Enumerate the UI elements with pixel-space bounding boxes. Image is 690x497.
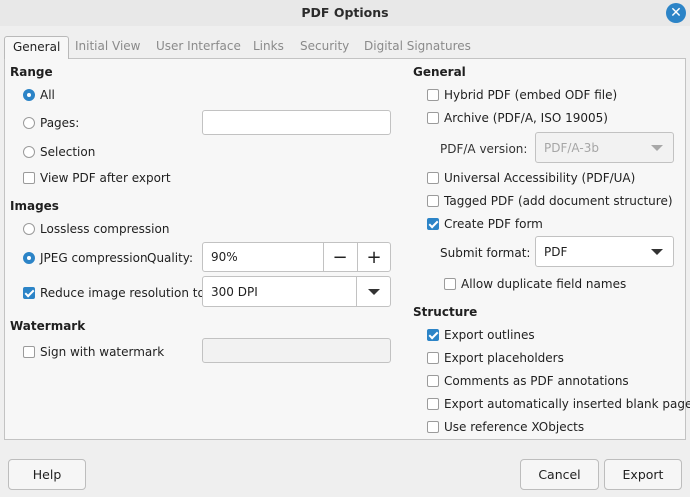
create-form-checkbox[interactable]: Create PDF form bbox=[427, 217, 543, 231]
export-outlines-checkbox[interactable]: Export outlines bbox=[427, 328, 535, 342]
resolution-combobox[interactable]: 300 DPI bbox=[202, 276, 391, 307]
comments-annotations-checkbox[interactable]: Comments as PDF annotations bbox=[427, 374, 629, 388]
cancel-button[interactable]: Cancel bbox=[520, 459, 599, 490]
resolution-value: 300 DPI bbox=[211, 284, 258, 299]
export-placeholders-label: Export placeholders bbox=[444, 351, 564, 365]
tab-links[interactable]: Links bbox=[253, 36, 284, 59]
checkbox-export-placeholders[interactable] bbox=[427, 352, 439, 364]
submit-format-label: Submit format: bbox=[440, 246, 531, 260]
blank-pages-checkbox[interactable]: Export automatically inserted blank page… bbox=[427, 397, 690, 411]
range-all-label: All bbox=[40, 88, 55, 102]
window-title: PDF Options bbox=[301, 5, 389, 20]
watermark-title: Watermark bbox=[10, 319, 86, 333]
checkbox-view-pdf[interactable] bbox=[23, 172, 35, 184]
help-button[interactable]: Help bbox=[8, 459, 86, 490]
jpeg-radio[interactable]: JPEG compression bbox=[23, 251, 148, 265]
tagged-pdf-checkbox[interactable]: Tagged PDF (add document structure) bbox=[427, 194, 673, 208]
chevron-down-icon[interactable] bbox=[368, 288, 380, 295]
reference-xobjects-checkbox[interactable]: Use reference XObjects bbox=[427, 420, 584, 434]
blank-pages-label: Export automatically inserted blank page… bbox=[444, 397, 690, 411]
checkbox-blank-pages[interactable] bbox=[427, 398, 439, 410]
universal-accessibility-checkbox[interactable]: Universal Accessibility (PDF/UA) bbox=[427, 171, 635, 185]
quality-value: 90% bbox=[211, 250, 238, 264]
lossless-label: Lossless compression bbox=[40, 222, 170, 236]
create-form-label: Create PDF form bbox=[444, 217, 543, 231]
quality-spinbox[interactable]: 90% − + bbox=[202, 242, 391, 272]
jpeg-label: JPEG compression bbox=[40, 251, 148, 265]
title-bar: PDF Options ✕ bbox=[0, 0, 690, 26]
range-selection-radio[interactable]: Selection bbox=[23, 145, 95, 159]
decrease-quality-button[interactable]: − bbox=[323, 243, 356, 271]
close-icon[interactable]: ✕ bbox=[666, 3, 686, 23]
archive-checkbox[interactable]: Archive (PDF/A, ISO 19005) bbox=[427, 111, 608, 125]
archive-label: Archive (PDF/A, ISO 19005) bbox=[444, 111, 608, 125]
lossless-radio[interactable]: Lossless compression bbox=[23, 222, 169, 236]
tab-security[interactable]: Security bbox=[300, 36, 349, 59]
tagged-pdf-label: Tagged PDF (add document structure) bbox=[444, 194, 673, 208]
pdfa-version-combobox[interactable]: PDF/A-3b bbox=[535, 132, 674, 163]
radio-all[interactable] bbox=[23, 89, 35, 101]
range-title: Range bbox=[10, 65, 53, 79]
general-title: General bbox=[413, 65, 466, 79]
structure-title: Structure bbox=[413, 305, 478, 319]
checkbox-comments-annotations[interactable] bbox=[427, 375, 439, 387]
comments-annotations-label: Comments as PDF annotations bbox=[444, 374, 629, 388]
hybrid-pdf-checkbox[interactable]: Hybrid PDF (embed ODF file) bbox=[427, 88, 617, 102]
hybrid-pdf-label: Hybrid PDF (embed ODF file) bbox=[444, 88, 618, 102]
images-title: Images bbox=[10, 199, 59, 213]
chevron-down-icon[interactable] bbox=[651, 248, 663, 255]
checkbox-reduce-resolution[interactable] bbox=[23, 287, 35, 299]
sign-watermark-checkbox[interactable]: Sign with watermark bbox=[23, 345, 164, 359]
view-pdf-checkbox[interactable]: View PDF after export bbox=[23, 171, 171, 185]
pages-input[interactable] bbox=[202, 110, 391, 135]
chevron-down-icon[interactable] bbox=[651, 144, 663, 151]
combobox-separator bbox=[356, 277, 357, 306]
watermark-input[interactable] bbox=[202, 338, 391, 363]
radio-pages[interactable] bbox=[23, 117, 35, 129]
export-button[interactable]: Export bbox=[604, 459, 682, 490]
checkbox-reference-xobjects[interactable] bbox=[427, 421, 439, 433]
allow-duplicate-label: Allow duplicate field names bbox=[461, 277, 627, 291]
checkbox-hybrid-pdf[interactable] bbox=[427, 89, 439, 101]
checkbox-tagged-pdf[interactable] bbox=[427, 195, 439, 207]
pdfa-version-value: PDF/A-3b bbox=[544, 140, 599, 155]
submit-format-combobox[interactable]: PDF bbox=[535, 236, 674, 267]
checkbox-archive[interactable] bbox=[427, 112, 439, 124]
submit-format-value: PDF bbox=[544, 244, 568, 259]
checkbox-universal-accessibility[interactable] bbox=[427, 172, 439, 184]
tab-general[interactable]: General bbox=[4, 36, 70, 59]
tab-initial-view[interactable]: Initial View bbox=[75, 36, 141, 59]
checkbox-export-outlines[interactable] bbox=[427, 329, 439, 341]
reference-xobjects-label: Use reference XObjects bbox=[444, 420, 585, 434]
checkbox-allow-duplicate[interactable] bbox=[444, 278, 456, 290]
range-pages-radio[interactable]: Pages: bbox=[23, 116, 79, 130]
radio-lossless[interactable] bbox=[23, 223, 35, 235]
checkbox-create-form[interactable] bbox=[427, 218, 439, 230]
increase-quality-button[interactable]: + bbox=[357, 243, 390, 271]
reduce-resolution-label: Reduce image resolution to: bbox=[40, 286, 209, 300]
quality-label: Quality: bbox=[147, 251, 194, 265]
view-pdf-label: View PDF after export bbox=[40, 171, 171, 185]
reduce-resolution-checkbox[interactable]: Reduce image resolution to: bbox=[23, 286, 209, 300]
export-placeholders-checkbox[interactable]: Export placeholders bbox=[427, 351, 564, 365]
tab-digital-signatures[interactable]: Digital Signatures bbox=[364, 36, 471, 59]
radio-selection[interactable] bbox=[23, 146, 35, 158]
checkbox-sign-watermark[interactable] bbox=[23, 346, 35, 358]
universal-accessibility-label: Universal Accessibility (PDF/UA) bbox=[444, 171, 636, 185]
radio-jpeg[interactable] bbox=[23, 252, 35, 264]
tab-user-interface[interactable]: User Interface bbox=[156, 36, 241, 59]
allow-duplicate-checkbox[interactable]: Allow duplicate field names bbox=[444, 277, 626, 291]
range-all-radio[interactable]: All bbox=[23, 88, 55, 102]
range-selection-label: Selection bbox=[40, 145, 96, 159]
sign-watermark-label: Sign with watermark bbox=[40, 345, 165, 359]
pdfa-version-label: PDF/A version: bbox=[440, 142, 528, 156]
range-pages-label: Pages: bbox=[40, 116, 80, 130]
export-outlines-label: Export outlines bbox=[444, 328, 535, 342]
